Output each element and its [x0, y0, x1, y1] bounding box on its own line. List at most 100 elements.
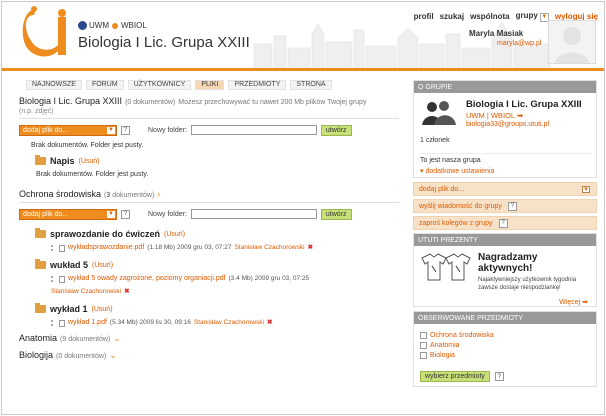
tab-forum[interactable]: FORUM [85, 80, 124, 90]
group-name: Biologia I Lic. Grupa XXIII [466, 99, 582, 110]
tab-przedmioty[interactable]: PRZEDMIOTY [228, 80, 287, 90]
folder-icon [35, 259, 46, 269]
file-author[interactable]: Stanisław Czachorowski [51, 287, 121, 297]
box-header: O GRUPIE [414, 81, 596, 93]
drag-handle-icon[interactable] [51, 320, 56, 326]
group-tabs: NAJNOWSZE FORUM UŻYTKOWNICY PLIKI PRZEDM… [26, 80, 332, 90]
arrow-right-icon: ➡ [516, 111, 524, 120]
chevron-down-icon[interactable]: ⌄ [113, 333, 121, 344]
file-link[interactable]: wykład 5 owady zagrożone, poziomy organi… [68, 274, 226, 284]
send-message-button[interactable]: wyślij wiadomość do grupy ? [413, 199, 597, 213]
subject-section-anatomia: Anatomia (9 dokumentów) ⌄ [19, 333, 399, 344]
folder-wuklad-5[interactable]: wukład 5 (Usuń) [35, 259, 399, 270]
folder-icon [35, 228, 46, 238]
chevron-down-icon[interactable]: ⌄ [109, 350, 117, 361]
subject-item[interactable]: Anatomia [420, 342, 590, 349]
university-badge-icon [78, 21, 87, 30]
create-folder-button[interactable]: utwórz [320, 208, 352, 220]
delete-folder-link[interactable]: (Usuń) [92, 306, 113, 313]
group-info: Biologia I Lic. Grupa XXIII UWM | WBIOL … [466, 99, 582, 128]
folder-name[interactable]: wukład 5 [50, 260, 88, 270]
folder-name[interactable]: wykład 1 [50, 304, 88, 314]
help-icon[interactable]: ? [498, 218, 508, 228]
add-file-dropdown[interactable]: dodaj plik do... ▼ [413, 182, 597, 196]
subject-item[interactable]: Biologia [420, 352, 590, 359]
file-link[interactable]: wykład 1.pdf [68, 318, 107, 328]
extra-settings-link[interactable]: ▾ dodatkowe ustawienia [420, 167, 592, 175]
file-row: wykład 1.pdf (5.34 Mb) 2009 lis 30, 09:1… [51, 318, 399, 328]
tab-pliki[interactable]: PLIKI [195, 80, 225, 90]
create-folder-button[interactable]: utwórz [320, 124, 352, 136]
folder-name[interactable]: Napis [50, 156, 75, 166]
tshirt-prize-icon [421, 253, 471, 281]
subject-label: Biologia [430, 352, 455, 359]
delete-file-icon[interactable]: ✖ [308, 243, 313, 253]
add-file-select[interactable]: dodaj plik do... ▼ [19, 124, 117, 136]
faculty-name[interactable]: WBIOL [121, 21, 147, 30]
group-email[interactable]: biologia33@groups.ututi.pl [466, 121, 582, 128]
section-title[interactable]: Anatomia [19, 333, 57, 343]
sidebar: O GRUPIE Biologia I Lic. Grupa XXIII UWM… [413, 80, 597, 391]
tab-strona[interactable]: STRONA [290, 80, 332, 90]
add-file-label: dodaj plik do... [23, 210, 69, 218]
about-group-body: Biologia I Lic. Grupa XXIII UWM | WBIOL … [414, 93, 596, 177]
add-file-label: dodaj plik do... [419, 185, 465, 193]
university-breadcrumb: UWM WBIOL [78, 21, 147, 30]
delete-folder-link[interactable]: (Usuń) [79, 158, 100, 165]
delete-folder-link[interactable]: (Usuń) [92, 262, 113, 269]
file-meta: (5.34 Mb) 2009 lis 30, 09:16 [109, 319, 191, 326]
delete-folder-link[interactable]: (Usuń) [164, 231, 185, 238]
file-row: wykładsprawozdanie.pdf (1.18 Mb) 2009 gr… [51, 243, 399, 253]
separator-dot-icon [112, 22, 118, 29]
folder-name[interactable]: sprawozdanie do ćwiczeń [50, 229, 160, 239]
drag-handle-icon[interactable] [51, 276, 56, 282]
file-author[interactable]: Stanisław Czachorowski [194, 318, 264, 328]
invite-button[interactable]: zaproś kolegów z grupy ? [413, 216, 597, 230]
group-university[interactable]: UWM | WBIOL ➡ [466, 111, 582, 120]
help-icon[interactable]: ? [494, 372, 504, 381]
file-meta: (1.18 Mb) 2009 gru 03, 07:27 [147, 244, 232, 251]
nav-szukaj[interactable]: szukaj [440, 12, 464, 21]
files-main: Biologia I Lic. Grupa XXIII (0 dokumentó… [19, 96, 399, 361]
tab-najnowsze[interactable]: NAJNOWSZE [26, 80, 82, 90]
user-name: Maryla Masiak [469, 29, 524, 38]
nav-grupy[interactable]: grupy ▼ [516, 11, 549, 22]
help-icon[interactable]: ? [121, 209, 130, 219]
file-author[interactable]: Stanisław Czachorowski [234, 243, 304, 253]
add-file-select[interactable]: dodaj plik do... ▼ [19, 208, 117, 220]
delete-file-icon[interactable]: ✖ [124, 287, 129, 297]
file-link[interactable]: wykładsprawozdanie.pdf [68, 243, 144, 253]
choose-subjects-button[interactable]: wybierz przedmioty [420, 371, 490, 382]
section-title[interactable]: Ochrona środowiska [19, 189, 101, 199]
section-title[interactable]: Biologija [19, 350, 53, 360]
new-folder-input[interactable] [190, 209, 317, 219]
subject-section-ochrona: Ochrona środowiska (3 dokumentów) › [19, 189, 399, 199]
folder-napis[interactable]: Napis (Usuń) [35, 155, 399, 166]
prizes-box: UTUTI PREZENTY Nagradzamy aktywnych! Naj… [413, 233, 597, 307]
prize-more-link[interactable]: Więcej ➡ [559, 298, 588, 306]
nav-wspolnota[interactable]: wspólnota [470, 12, 510, 21]
university-name[interactable]: UWM [89, 21, 109, 30]
new-folder-label: Nowy folder: [148, 210, 187, 218]
chevron-right-icon[interactable]: › [157, 189, 160, 199]
divider [19, 118, 399, 119]
drag-handle-icon[interactable] [51, 245, 56, 251]
ututi-logo-icon[interactable] [20, 5, 72, 63]
folder-wyklad-1[interactable]: wykład 1 (Usuń) [35, 303, 399, 314]
chevron-down-icon: ▾ [420, 168, 424, 175]
nav-profil[interactable]: profil [414, 12, 434, 21]
document-icon [59, 319, 65, 327]
header: UWM WBIOL Biologia I Lic. Grupa XXIII pr… [2, 2, 604, 71]
subject-item[interactable]: Ochrona środowiska [420, 332, 590, 339]
tab-uzytkownicy[interactable]: UŻYTKOWNICY [127, 80, 192, 90]
help-icon[interactable]: ? [507, 201, 517, 211]
delete-file-icon[interactable]: ✖ [267, 318, 272, 328]
folder-sprawozdanie[interactable]: sprawozdanie do ćwiczeń (Usuń) [35, 228, 399, 239]
prize-info: Nagradzamy aktywnych! Najaktywniejszy uż… [478, 252, 588, 292]
user-email[interactable]: maryla@wp.pl [497, 40, 541, 47]
help-icon[interactable]: ? [121, 125, 130, 135]
avatar[interactable] [548, 20, 596, 64]
new-folder-input[interactable] [190, 125, 317, 135]
arrow-right-icon: ➡ [582, 299, 588, 306]
send-message-label: wyślij wiadomość do grupy [419, 202, 502, 210]
